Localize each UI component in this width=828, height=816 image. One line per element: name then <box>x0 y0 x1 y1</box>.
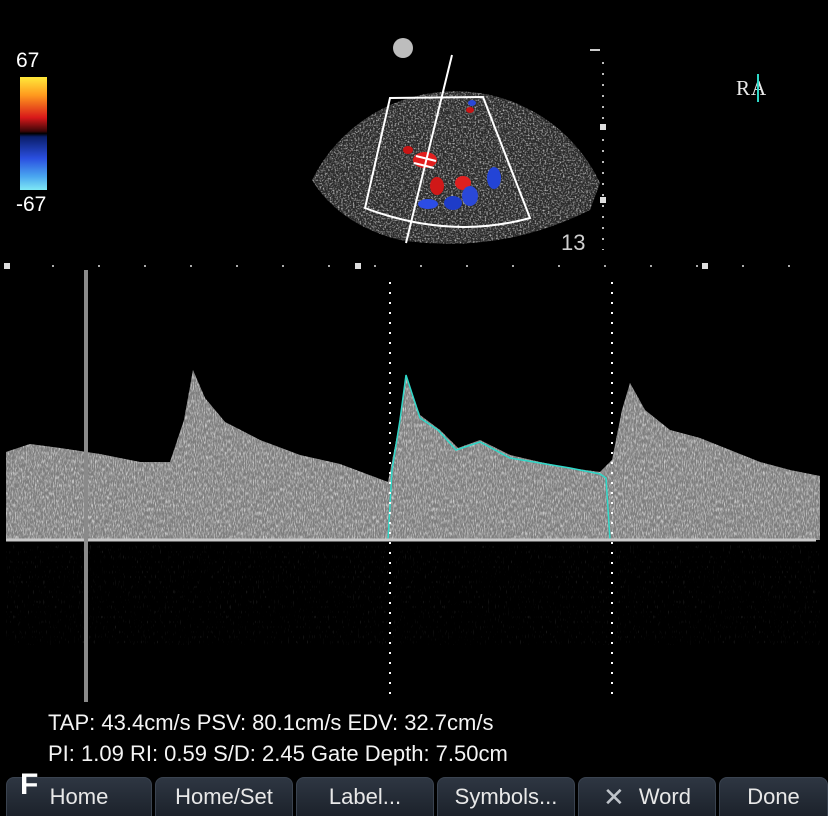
measurement-line-2: PI: 1.09 RI: 0.59 S/D: 2.45 Gate Depth: … <box>48 741 508 766</box>
home-set-button-label: Home/Set <box>175 784 273 809</box>
ultrasound-graphics <box>4 49 822 702</box>
orientation-cursor-icon <box>757 74 759 102</box>
time-cursor-bar[interactable] <box>84 270 88 702</box>
ultrasound-screen: 67 -67 RA 13 TAP: 43.4cm/s PSV: 80.1cm/s… <box>0 0 828 816</box>
spectral-waveform <box>6 370 820 645</box>
home-set-button[interactable]: Home/Set <box>155 777 293 816</box>
measurement-line-1: TAP: 43.4cm/s PSV: 80.1cm/s EDV: 32.7cm/… <box>48 710 494 735</box>
depth-ruler <box>590 49 606 250</box>
symbols-button-label: Symbols... <box>454 784 558 809</box>
transducer-orientation-dot <box>393 38 413 58</box>
b-mode-sector <box>312 91 600 244</box>
word-button-label: Word <box>638 784 691 809</box>
home-button-label: Home <box>49 784 109 809</box>
time-scale-markers <box>4 263 822 269</box>
label-button-label: Label... <box>328 784 402 809</box>
done-button-label: Done <box>747 784 800 809</box>
softkey-bar: Home Home/Set Label... Symbols... ✕ Word… <box>0 777 828 816</box>
x-icon: ✕ <box>603 782 625 812</box>
symbols-button[interactable]: Symbols... <box>437 777 575 816</box>
orientation-label: RA <box>736 76 768 100</box>
panel-letter: F <box>20 768 39 801</box>
depth-label: 13 <box>561 230 586 255</box>
label-button[interactable]: Label... <box>296 777 434 816</box>
word-button[interactable]: ✕ Word <box>578 777 716 816</box>
done-button[interactable]: Done <box>719 777 828 816</box>
